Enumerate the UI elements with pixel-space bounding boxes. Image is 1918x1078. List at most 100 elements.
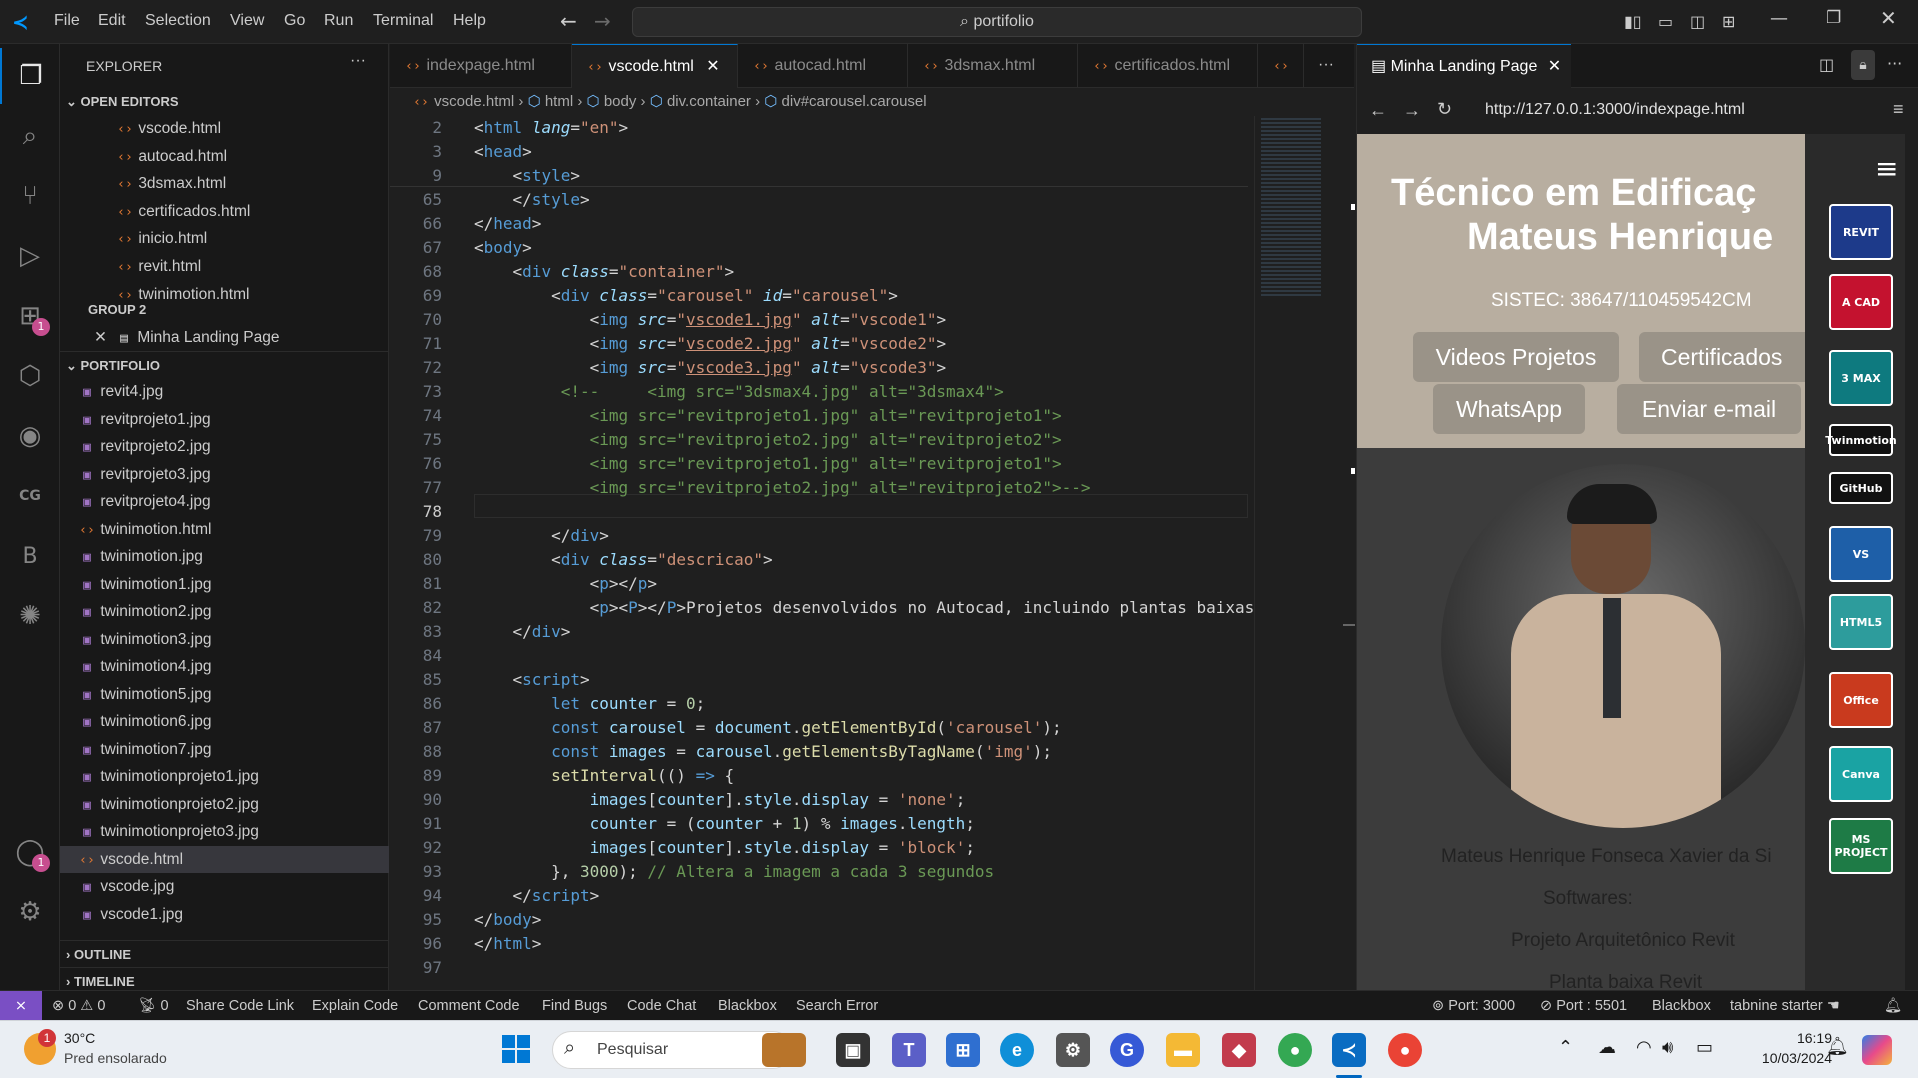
file-item[interactable]: ▣ twinimotion2.jpg	[60, 598, 389, 625]
status-action-code-chat[interactable]: Code Chat	[627, 991, 696, 1021]
menu-selection[interactable]: Selection	[145, 12, 211, 30]
open-editor-item[interactable]: ‹› revit.html	[60, 253, 389, 280]
task-view-icon[interactable]: ▣	[836, 1033, 870, 1067]
taskbar-search-box[interactable]: Pesquisar	[552, 1031, 792, 1069]
search-highlight-image[interactable]	[762, 1033, 806, 1067]
open-editor-item[interactable]: ‹› autocad.html	[60, 143, 389, 170]
tray-overflow-chevron-icon[interactable]: ⌃	[1558, 1037, 1573, 1058]
software-logo[interactable]: 3 MAX	[1829, 350, 1893, 406]
code-editor[interactable]: 2 3 9 65 66 67 68 69 70 71 72 73 74 75 76 77 78 79 80 81 82 8…	[390, 116, 1354, 990]
software-logo[interactable]: Canva	[1829, 746, 1893, 802]
explorer-icon[interactable]: ❐	[0, 48, 60, 104]
file-item[interactable]: ▣ vscode1.jpg	[60, 901, 389, 928]
scrollbar-thumb[interactable]	[1343, 624, 1355, 626]
chrome-icon[interactable]: ●	[1278, 1033, 1312, 1067]
file-item[interactable]: ▣ twinimotionprojeto3.jpg	[60, 818, 389, 845]
remote-explorer-icon[interactable]: ⬡	[0, 348, 60, 404]
breadcrumb-item[interactable]: div#carousel.carousel	[782, 93, 927, 110]
file-item[interactable]: ▣ twinimotion6.jpg	[60, 708, 389, 735]
tab-autocad[interactable]: ‹› autocad.html	[738, 44, 908, 88]
software-logo[interactable]: A CAD	[1829, 274, 1893, 330]
file-item[interactable]: ▣ vscode.jpg	[60, 873, 389, 900]
menu-run[interactable]: Run	[324, 12, 353, 30]
open-editor-item[interactable]: ‹› 3dsmax.html	[60, 170, 389, 197]
software-logo[interactable]: GitHub	[1829, 472, 1893, 504]
tab-3dsmax[interactable]: ‹› 3dsmax.html	[908, 44, 1078, 88]
forward-arrow-icon[interactable]: →	[1403, 100, 1421, 121]
software-logo[interactable]: HTML5	[1829, 594, 1893, 650]
weather-temp[interactable]: 30°C	[64, 1030, 95, 1046]
source-control-icon[interactable]: ⑂	[0, 168, 60, 224]
open-editor-item[interactable]: ✕ ▤ Minha Landing Page	[60, 324, 389, 351]
tab-overflow[interactable]: ‹›	[1258, 44, 1304, 88]
customize-layout-icon[interactable]: ⊞	[1722, 12, 1735, 31]
file-item[interactable]: ▣ revitprojeto4.jpg	[60, 488, 389, 515]
file-item[interactable]: ▣ revitprojeto1.jpg	[60, 406, 389, 433]
status-action-explain-code[interactable]: Explain Code	[312, 991, 398, 1021]
hamburger-menu-icon[interactable]: ≡	[1875, 152, 1898, 185]
file-item[interactable]: ▣ twinimotion1.jpg	[60, 571, 389, 598]
minimize-icon[interactable]: —	[1770, 8, 1788, 29]
file-item[interactable]: ▣ twinimotion5.jpg	[60, 681, 389, 708]
breadcrumb-item[interactable]: vscode.html	[434, 93, 514, 110]
volume-icon[interactable]: 🔊︎	[1662, 1037, 1673, 1058]
remote-indicator-icon[interactable]: ⨯	[0, 991, 42, 1021]
lock-icon[interactable]: 🔒︎	[1851, 50, 1875, 80]
tab-indexpage[interactable]: ‹› indexpage.html	[390, 44, 572, 88]
close-icon[interactable]: ✕	[1548, 58, 1561, 75]
portfolio-header[interactable]: ⌄ PORTIFOLIO	[60, 351, 389, 378]
tab-vscode[interactable]: ‹› vscode.html ✕	[572, 44, 738, 88]
extensions-icon[interactable]: ⊞ 1	[0, 288, 60, 344]
accounts-icon[interactable]: ◯ 1	[0, 824, 60, 880]
status-action-find-bugs[interactable]: Find Bugs	[542, 991, 607, 1021]
close-window-icon[interactable]: ✕	[1880, 6, 1897, 30]
teams-icon[interactable]: T	[892, 1033, 926, 1067]
file-item[interactable]: ▣ twinimotion4.jpg	[60, 653, 389, 680]
weather-desc[interactable]: Pred ensolarado	[64, 1050, 167, 1066]
open-editor-item[interactable]: ‹› vscode.html	[60, 115, 389, 142]
reload-icon[interactable]: ↻	[1437, 99, 1452, 120]
menu-edit[interactable]: Edit	[98, 12, 126, 30]
open-editor-item[interactable]: ‹› certificados.html	[60, 198, 389, 225]
menu-icon[interactable]: ≡	[1893, 99, 1904, 120]
chatgpt-icon[interactable]: ✺	[0, 588, 60, 644]
file-item[interactable]: ▣ revitprojeto3.jpg	[60, 461, 389, 488]
edge-icon[interactable]: e	[1000, 1033, 1034, 1067]
tabnine-status[interactable]: tabnine starter ☚	[1730, 991, 1840, 1021]
game-app-icon[interactable]: ◆	[1222, 1033, 1256, 1067]
network-status-icon[interactable]: ☁	[1598, 1037, 1616, 1058]
codegpt-icon[interactable]: CG	[0, 468, 60, 524]
menu-help[interactable]: Help	[453, 12, 486, 30]
file-explorer-icon[interactable]: ▬	[1166, 1033, 1200, 1067]
settings-gear-icon[interactable]: ⚙	[1056, 1033, 1090, 1067]
settings-gear-icon[interactable]: ⚙	[0, 884, 60, 940]
file-item[interactable]: ‹› twinimotion.html	[60, 516, 389, 543]
run-debug-icon[interactable]: ▷	[0, 228, 60, 284]
clock-time[interactable]: 16:19	[1756, 1030, 1832, 1046]
split-editor-icon[interactable]: ◫	[1819, 55, 1834, 74]
whatsapp-button[interactable]: WhatsApp	[1433, 384, 1585, 434]
more-actions-icon[interactable]: ···	[350, 52, 366, 70]
tab-certificados[interactable]: ‹› certificados.html	[1078, 44, 1258, 88]
wifi-icon[interactable]: ◠	[1636, 1037, 1652, 1058]
live-server-port[interactable]: ⊚ Port: 3000	[1432, 991, 1515, 1021]
notifications-bell-icon[interactable]: 🔔︎	[1884, 991, 1902, 1021]
clock-date[interactable]: 10/03/2024	[1742, 1050, 1832, 1066]
search-icon[interactable]: ⌕	[0, 108, 60, 164]
toggle-panel-icon[interactable]: ▭	[1658, 12, 1673, 31]
command-center-search[interactable]: ⌕ portifolio	[632, 7, 1362, 37]
file-item[interactable]: ‹› vscode.html	[60, 845, 389, 873]
open-editors-header[interactable]: ⌄ OPEN EDITORS	[60, 88, 389, 115]
live-share-icon[interactable]: ◉	[0, 408, 60, 464]
problems-indicator[interactable]: ⊗ 0 ⚠ 0	[52, 991, 105, 1021]
status-action-search-error[interactable]: Search Error	[796, 991, 878, 1021]
toggle-secondary-sidebar-icon[interactable]: ◫	[1690, 12, 1705, 31]
ports-indicator[interactable]: 📡︎ 0	[138, 991, 169, 1021]
enviar-email-button[interactable]: Enviar e-mail	[1617, 384, 1801, 434]
menu-file[interactable]: File	[54, 12, 80, 30]
software-logo[interactable]: REVIT	[1829, 204, 1893, 260]
file-item[interactable]: ▣ twinimotion3.jpg	[60, 626, 389, 653]
notification-bell-icon[interactable]: 🔔︎	[1826, 1036, 1849, 1057]
software-logo[interactable]: Office	[1829, 672, 1893, 728]
file-item[interactable]: ▣ revitprojeto2.jpg	[60, 433, 389, 460]
